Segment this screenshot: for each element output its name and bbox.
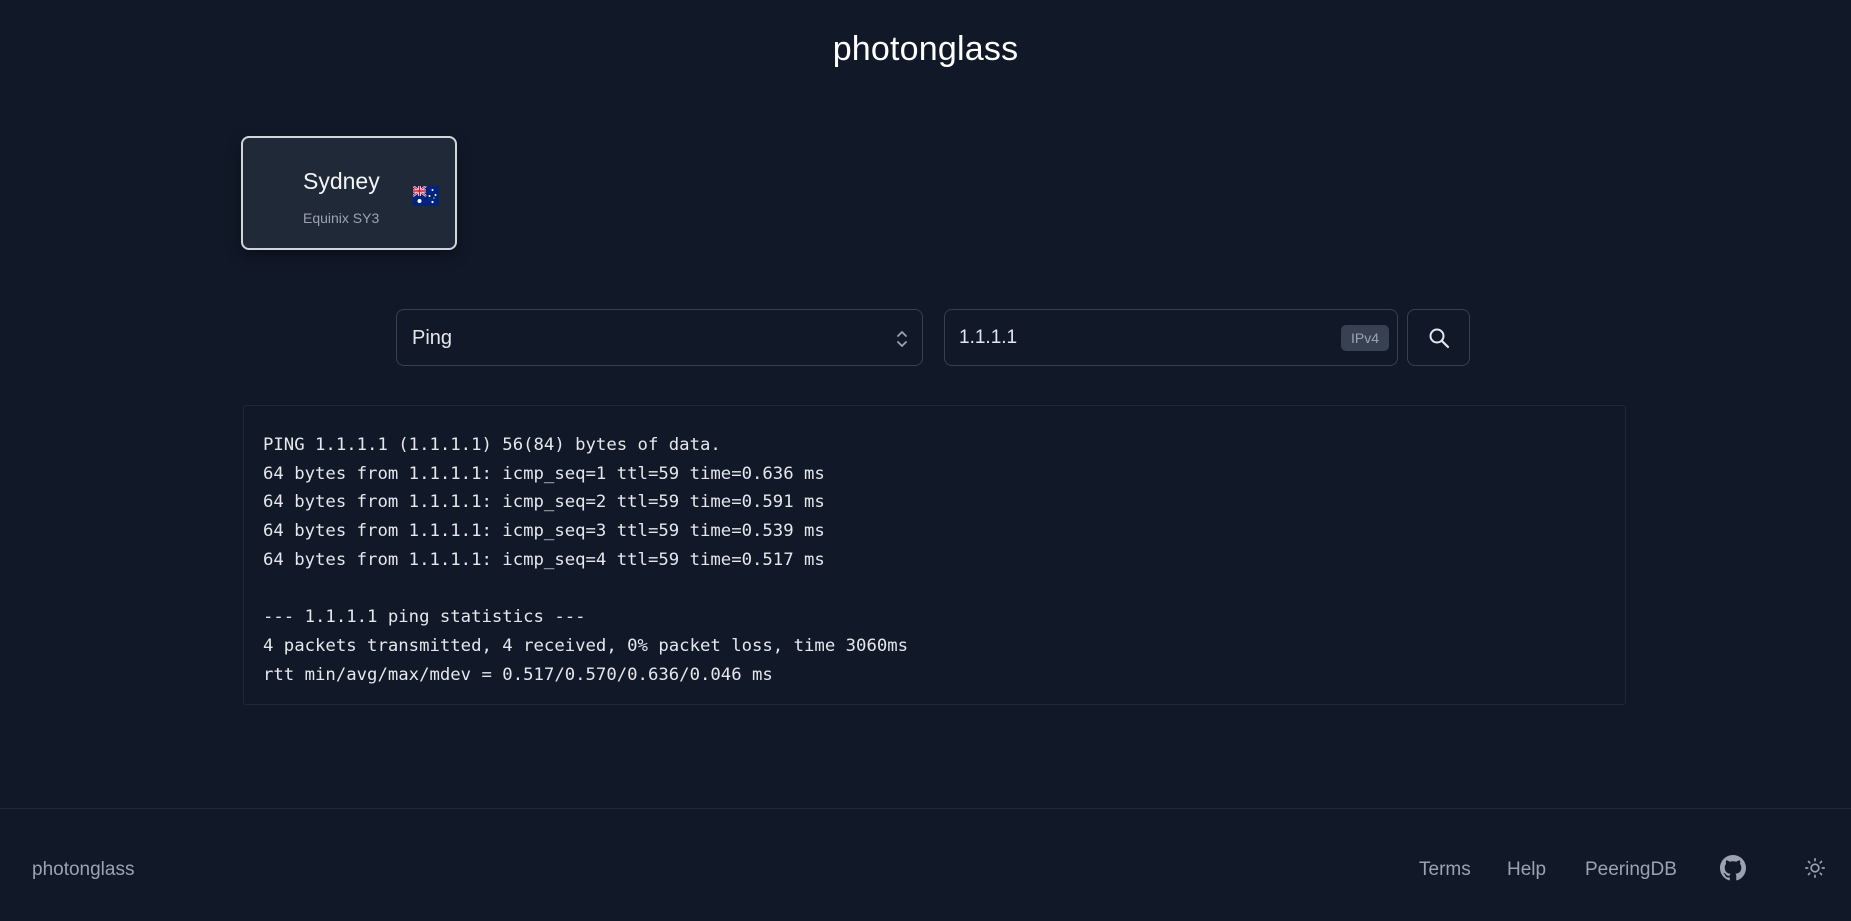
chevron-up-down-icon bbox=[897, 331, 907, 347]
command-output-text: PING 1.1.1.1 (1.1.1.1) 56(84) bytes of d… bbox=[263, 435, 909, 685]
app-title: photonglass bbox=[832, 30, 1019, 68]
target-input[interactable] bbox=[959, 324, 1319, 352]
footer-link-peeringdb[interactable]: PeeringDB bbox=[1585, 859, 1677, 881]
command-output-panel: PING 1.1.1.1 (1.1.1.1) 56(84) bytes of d… bbox=[243, 405, 1626, 705]
search-icon bbox=[1429, 328, 1450, 349]
footer-link-help[interactable]: Help bbox=[1507, 859, 1546, 881]
sun-icon[interactable] bbox=[1804, 857, 1826, 879]
location-card-sydney[interactable]: Sydney Equinix SY3 bbox=[241, 136, 457, 250]
footer-brand: photonglass bbox=[32, 859, 135, 880]
australia-flag-icon bbox=[413, 186, 439, 206]
location-facility: Equinix SY3 bbox=[303, 210, 380, 226]
query-type-select[interactable]: Ping bbox=[396, 309, 923, 366]
target-input-wrapper: IPv4 bbox=[944, 309, 1398, 366]
query-type-value: Ping bbox=[412, 327, 453, 349]
submit-search-button[interactable] bbox=[1407, 309, 1470, 366]
footer-link-terms[interactable]: Terms bbox=[1419, 859, 1471, 881]
footer: photonglass Terms Help PeeringDB bbox=[0, 808, 1851, 921]
ip-version-badge: IPv4 bbox=[1340, 325, 1389, 351]
location-name: Sydney bbox=[303, 168, 380, 194]
github-icon[interactable] bbox=[1720, 855, 1746, 881]
